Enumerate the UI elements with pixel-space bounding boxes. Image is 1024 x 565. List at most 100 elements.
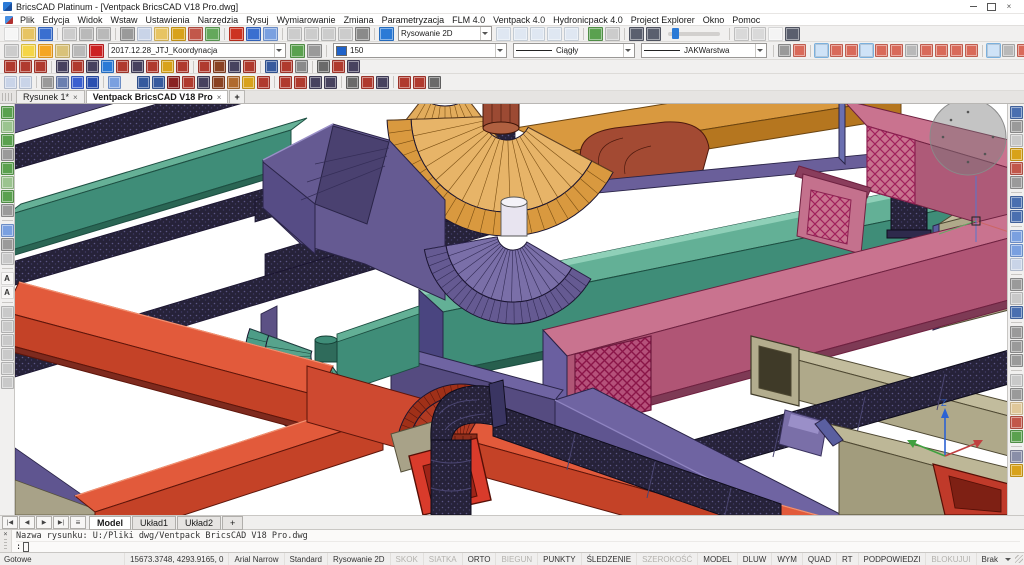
render-settings-icon[interactable] <box>785 27 800 41</box>
snap-track-points-icon[interactable] <box>778 44 791 57</box>
vp-fitting-d-icon[interactable] <box>243 60 256 73</box>
solid-box-icon[interactable] <box>56 76 69 89</box>
hp-pump-1-icon[interactable] <box>137 76 150 89</box>
layout-tool-6-icon[interactable] <box>1 376 14 389</box>
fillet-chain-icon[interactable] <box>1010 134 1023 147</box>
hp-gear-icon[interactable] <box>361 76 374 89</box>
menu-hydronicpack-4-0[interactable]: Hydronicpack 4.0 <box>549 15 627 25</box>
offset-icon[interactable] <box>1010 292 1023 305</box>
vp-calc-icon[interactable] <box>265 60 278 73</box>
menu-wymiarowanie[interactable]: Wymiarowanie <box>273 15 340 25</box>
layout-tool-3-icon[interactable] <box>1 334 14 347</box>
layout-tool-1-icon[interactable] <box>1 306 14 319</box>
snap-intersection-icon[interactable] <box>950 44 963 57</box>
menu-edycja[interactable]: Edycja <box>39 15 74 25</box>
menu-okno[interactable]: Okno <box>699 15 729 25</box>
vp-damper-icon[interactable] <box>101 60 114 73</box>
redo-icon[interactable] <box>263 27 278 41</box>
hatch-edit-icon[interactable] <box>1010 402 1023 415</box>
vp-grille-icon[interactable] <box>131 60 144 73</box>
menu-flm-4-0[interactable]: FLM 4.0 <box>448 15 489 25</box>
menu-pomoc[interactable]: Pomoc <box>728 15 764 25</box>
viewport-poly-icon[interactable] <box>19 76 32 89</box>
new-sheet-icon[interactable] <box>768 27 783 41</box>
new-layout-tab-button[interactable]: + <box>222 516 243 530</box>
hp-tool-1-icon[interactable] <box>279 76 292 89</box>
hp-fitting-icon[interactable] <box>227 76 240 89</box>
publish-icon[interactable] <box>96 27 111 41</box>
mirror-icon[interactable] <box>1010 230 1023 243</box>
block-insert-icon[interactable] <box>1 106 14 119</box>
3d-box-icon[interactable] <box>751 27 766 41</box>
drag-handle[interactable] <box>4 539 7 551</box>
block-explode-icon[interactable] <box>1 162 14 175</box>
layer-states-icon[interactable] <box>307 44 322 58</box>
vp-fitting-a-icon[interactable] <box>198 60 211 73</box>
polygon-icon[interactable] <box>1 238 14 251</box>
drawing-explorer-icon[interactable] <box>287 27 302 41</box>
lineweight-dropdown[interactable]: JAKWarstwa <box>641 43 767 58</box>
delete-icon[interactable] <box>229 27 244 41</box>
layer-freeze-sun-icon[interactable] <box>38 44 53 58</box>
hp-list-1-icon[interactable] <box>398 76 411 89</box>
block-create-icon[interactable] <box>1 120 14 133</box>
layout-tab-model[interactable]: Model <box>89 516 131 530</box>
pan-icon[interactable] <box>588 27 603 41</box>
vp-transition-icon[interactable] <box>56 60 69 73</box>
orbit-icon[interactable] <box>605 27 620 41</box>
snap-clear-icon[interactable] <box>987 44 1000 57</box>
command-input-line[interactable]: : <box>16 542 1020 552</box>
layout-tab-uk-ad1[interactable]: Układ1 <box>132 516 176 530</box>
chevron-down-icon[interactable] <box>1005 558 1011 564</box>
layout-tool-5-icon[interactable] <box>1 362 14 375</box>
workspace-dropdown[interactable]: Rysowanie 2D <box>398 26 492 41</box>
layout-tool-4-icon[interactable] <box>1 348 14 361</box>
hp-edit-icon[interactable] <box>376 76 389 89</box>
render-ball-icon[interactable] <box>1010 450 1023 463</box>
trim-icon[interactable] <box>1010 306 1023 319</box>
render-icon[interactable] <box>646 27 661 41</box>
hp-tank-icon[interactable] <box>242 76 255 89</box>
layer-on-bulb-icon[interactable] <box>21 44 36 58</box>
sun-light-icon[interactable] <box>1010 464 1023 477</box>
menu-zmiana[interactable]: Zmiana <box>340 15 378 25</box>
cut-icon[interactable] <box>120 27 135 41</box>
linetype-dropdown[interactable]: Ciągły <box>513 43 635 58</box>
command-panel[interactable]: × Nazwa rysunku: U:/Pliki dwg/Ventpack B… <box>0 529 1024 552</box>
color-dropdown[interactable]: 150 <box>333 43 507 58</box>
navigation-slider-icon[interactable] <box>668 32 720 36</box>
copy-icon[interactable] <box>137 27 152 41</box>
menu-narz-dzia[interactable]: Narzędzia <box>194 15 243 25</box>
undo-icon[interactable] <box>246 27 261 41</box>
vp-diffuser-icon[interactable] <box>146 60 159 73</box>
block-ref-icon[interactable] <box>1 176 14 189</box>
doc-tab-rysunek-1-[interactable]: Rysunek 1*× <box>16 90 85 103</box>
viewport-config-icon[interactable] <box>734 27 749 41</box>
vp-tee-icon[interactable] <box>34 60 47 73</box>
open-file-icon[interactable] <box>21 27 36 41</box>
drawing-viewport[interactable]: Z <box>15 104 1007 515</box>
menu-plik[interactable]: Plik <box>16 15 39 25</box>
snap-parallel-icon[interactable] <box>905 44 918 57</box>
fillet-icon[interactable] <box>1010 340 1023 353</box>
text-style[interactable]: A <box>1 272 14 285</box>
purge-icon[interactable] <box>304 27 319 41</box>
current-layer-color-icon[interactable] <box>89 44 104 58</box>
shade-mode-icon[interactable] <box>86 76 99 89</box>
vp-label-icon[interactable] <box>295 60 308 73</box>
hp-tool-3-icon[interactable] <box>309 76 322 89</box>
hp-boiler-icon[interactable] <box>197 76 210 89</box>
doc-tab-ventpack-bricscad-v18-pro[interactable]: Ventpack BricsCAD V18 Pro× <box>86 90 229 103</box>
menu-rysuj[interactable]: Rysuj <box>242 15 273 25</box>
hp-tool-4-icon[interactable] <box>324 76 337 89</box>
hp-wrench-icon[interactable] <box>346 76 359 89</box>
zoom-out-icon[interactable] <box>530 27 545 41</box>
hyperlink-icon[interactable] <box>355 27 370 41</box>
close-icon[interactable]: × <box>217 93 222 102</box>
resize-grip[interactable] <box>1015 555 1023 563</box>
layer-previous-icon[interactable] <box>290 44 305 58</box>
hp-list-2-icon[interactable] <box>413 76 426 89</box>
zoom-previous-icon[interactable] <box>564 27 579 41</box>
mirror-3d-icon[interactable] <box>1010 244 1023 257</box>
vp-list-b-icon[interactable] <box>332 60 345 73</box>
